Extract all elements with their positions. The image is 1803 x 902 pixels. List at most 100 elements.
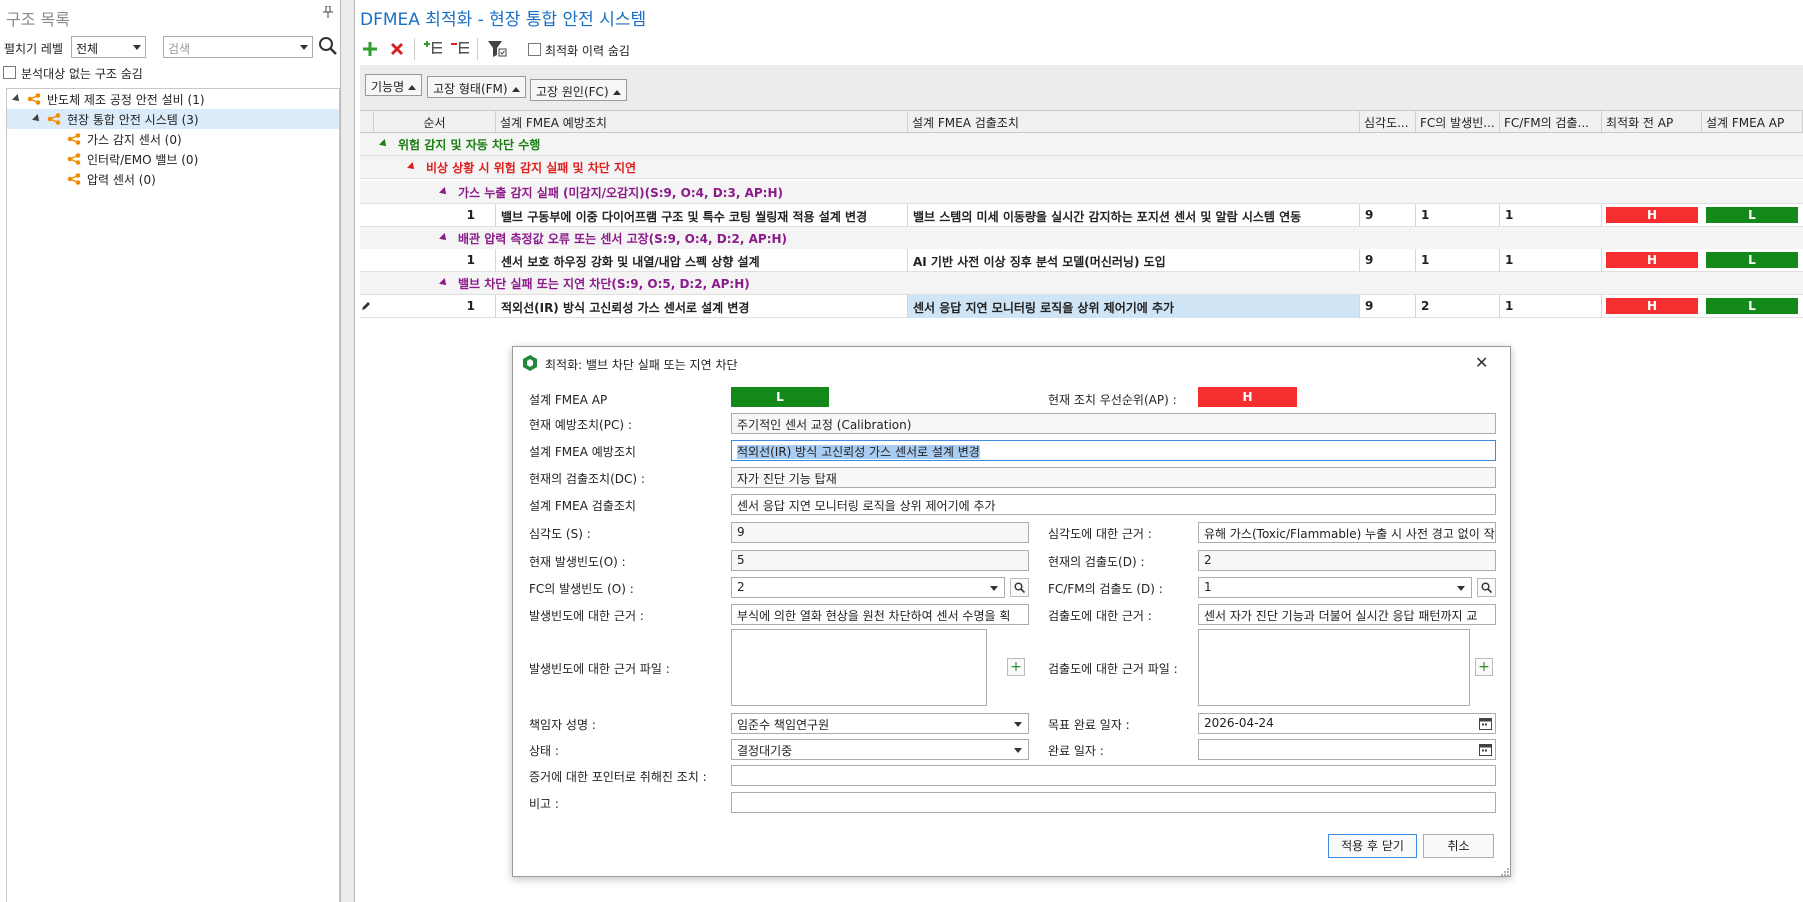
expand-all-icon[interactable] (421, 38, 445, 60)
cell-severity[interactable]: 9 (1360, 248, 1416, 272)
group-row-failure-mode[interactable]: 비상 상황 시 위험 감지 실패 및 차단 지연 (360, 156, 1803, 179)
owner-select[interactable]: 임준수 책임연구원 (731, 713, 1029, 734)
cell-detection-selected[interactable]: 센서 응답 지연 모니터링 로직을 상위 제어기에 추가 (908, 294, 1360, 318)
splitter[interactable] (341, 0, 355, 902)
cell-detection[interactable]: AI 기반 사전 이상 징후 분석 모델(머신러닝) 도입 (908, 248, 1360, 272)
cell-occurrence[interactable]: 1 (1416, 248, 1500, 272)
cell-seq[interactable]: 1 (374, 248, 496, 272)
detection-file-list[interactable] (1198, 629, 1470, 706)
current-detection-field[interactable]: 2 (1198, 550, 1496, 571)
column-header[interactable]: 설계 FMEA 예방조치 (496, 111, 908, 133)
collapse-all-icon[interactable] (448, 38, 472, 60)
cell-detection[interactable]: 밸브 스템의 미세 이동량을 실시간 감지하는 포지션 센서 및 알람 시스템 … (908, 203, 1360, 227)
table-row-active[interactable]: 1 적외선(IR) 방식 고신뢰성 가스 센서로 설계 변경 센서 응답 지연 … (360, 294, 1803, 318)
design-detection-field[interactable]: 센서 응답 지연 모니터링 로직을 상위 제어기에 추가 (731, 494, 1496, 515)
search-icon[interactable] (1477, 578, 1496, 597)
column-header[interactable]: 순서 (374, 111, 496, 133)
group-row-function[interactable]: 위험 감지 및 자동 차단 수행 (360, 133, 1803, 156)
current-dc-field[interactable]: 자가 진단 기능 탑재 (731, 467, 1496, 488)
remarks-field[interactable] (731, 792, 1496, 813)
tree-node-selected[interactable]: 현장 통합 안전 시스템 (3) (7, 109, 339, 129)
cell-detectability[interactable]: 1 (1500, 294, 1602, 318)
resize-grip-icon[interactable] (1500, 866, 1510, 880)
add-file-icon[interactable]: + (1007, 658, 1025, 676)
collapse-arrow-icon[interactable] (407, 162, 417, 172)
collapse-arrow-icon[interactable] (439, 187, 449, 197)
column-header[interactable]: 심각도... (1360, 111, 1416, 133)
pin-icon[interactable] (323, 5, 333, 21)
cell-prevention[interactable]: 센서 보호 하우징 강화 및 내열/내압 스펙 상향 설계 (496, 248, 908, 272)
group-row-cause[interactable]: 배관 압력 측정값 오류 또는 센서 고장(S:9, O:4, D:2, AP:… (360, 227, 1803, 250)
search-icon[interactable] (1010, 578, 1029, 597)
cell-seq[interactable]: 1 (374, 203, 496, 227)
delete-icon[interactable] (385, 38, 409, 60)
apply-close-button[interactable]: 적용 후 닫기 (1328, 834, 1417, 858)
search-input[interactable]: 검색 (163, 36, 313, 58)
expand-arrow-icon[interactable] (12, 94, 22, 104)
expand-level-select[interactable]: 전체 (71, 36, 146, 58)
tree-node[interactable]: 압력 센서 (0) (67, 169, 156, 189)
column-header[interactable]: FC의 발생빈... (1416, 111, 1500, 133)
search-icon[interactable] (318, 36, 338, 59)
target-date-picker[interactable]: 2026-04-24 (1198, 713, 1496, 734)
column-header[interactable]: 최적화 전 AP (1602, 111, 1702, 133)
collapse-arrow-icon[interactable] (379, 139, 389, 149)
fcfm-detection-select[interactable]: 1 (1198, 577, 1472, 598)
tree-node[interactable]: 가스 감지 센서 (0) (67, 129, 182, 149)
cell-severity[interactable]: 9 (1360, 203, 1416, 227)
close-icon[interactable]: ✕ (1475, 353, 1488, 372)
cell-prevention[interactable]: 밸브 구동부에 이중 다이어프램 구조 및 특수 코팅 씰링재 적용 설계 변경 (496, 203, 908, 227)
table-row[interactable]: 1 센서 보호 하우징 강화 및 내열/내압 스펙 상향 설계 AI 기반 사전… (360, 248, 1803, 272)
fcfm-detection-label: FC/FM의 검출도 (D) : (1048, 582, 1163, 596)
tree-node[interactable]: 인터락/EMO 밸브 (0) (67, 149, 198, 169)
collapse-arrow-icon[interactable] (439, 233, 449, 243)
cell-severity[interactable]: 9 (1360, 294, 1416, 318)
severity-basis-field[interactable]: 유해 가스(Toxic/Flammable) 누출 시 사전 경고 없이 작 (1198, 522, 1496, 543)
occurrence-file-list[interactable] (731, 629, 987, 706)
current-pc-field[interactable]: 주기적인 센서 교정 (Calibration) (731, 413, 1496, 434)
collapse-arrow-icon[interactable] (439, 278, 449, 288)
add-file-icon[interactable]: + (1475, 658, 1493, 676)
cell-prevention[interactable]: 적외선(IR) 방식 고신뢰성 가스 센서로 설계 변경 (496, 294, 908, 318)
calendar-icon[interactable] (1479, 743, 1492, 759)
group-row-cause[interactable]: 가스 누출 감지 실패 (미감지/오감지)(S:9, O:4, D:3, AP:… (360, 181, 1803, 204)
page-title: DFMEA 최적화 - 현장 통합 안전 시스템 (360, 10, 647, 30)
severity-label: 심각도 (S) : (529, 527, 591, 541)
detection-basis-field[interactable]: 센서 자가 진단 기능과 더불어 실시간 응답 패턴까지 교 (1198, 604, 1496, 625)
occurrence-basis-field[interactable]: 부식에 의한 열화 현상을 원천 차단하여 센서 수명을 획 (731, 604, 1029, 625)
group-chip-fc[interactable]: 고장 원인(FC) (530, 79, 627, 101)
evidence-field[interactable] (731, 765, 1496, 786)
table-row[interactable]: 1 밸브 구동부에 이중 다이어프램 구조 및 특수 코팅 씰링재 적용 설계 … (360, 203, 1803, 227)
expand-arrow-icon[interactable] (32, 114, 42, 124)
status-select[interactable]: 결정대기중 (731, 739, 1029, 760)
group-chip-function[interactable]: 기능명 (365, 74, 423, 96)
cell-occurrence[interactable]: 2 (1416, 294, 1500, 318)
column-header[interactable]: FC/FM의 검출... (1500, 111, 1602, 133)
fc-occurrence-select[interactable]: 2 (731, 577, 1005, 598)
detection-file-label: 검출도에 대한 근거 파일 : (1048, 662, 1178, 676)
cell-occurrence[interactable]: 1 (1416, 203, 1500, 227)
group-row-cause[interactable]: 밸브 차단 실패 또는 지연 차단(S:9, O:5, D:2, AP:H) (360, 272, 1803, 295)
group-chip-fm[interactable]: 고장 형태(FM) (427, 76, 526, 98)
ap-before-badge: H (1606, 207, 1698, 223)
design-prevention-field[interactable]: 적외선(IR) 방식 고신뢰성 가스 센서로 설계 변경 (731, 440, 1496, 461)
column-header[interactable]: 설계 FMEA 검출조치 (908, 111, 1360, 133)
status-label: 상태 : (529, 744, 559, 758)
add-icon[interactable] (358, 38, 382, 60)
cell-seq[interactable]: 1 (374, 294, 496, 318)
filter-icon[interactable] (485, 38, 509, 60)
tree-node[interactable]: 반도체 제조 공정 안전 설비 (1) (12, 89, 205, 109)
severity-field[interactable]: 9 (731, 522, 1029, 543)
group-panel: 기능명 고장 형태(FM) 고장 원인(FC) (360, 65, 1803, 111)
group-row-label: 가스 누출 감지 실패 (미감지/오감지)(S:9, O:4, D:3, AP:… (458, 185, 783, 200)
cell-detectability[interactable]: 1 (1500, 203, 1602, 227)
cell-detectability[interactable]: 1 (1500, 248, 1602, 272)
occurrence-basis-label: 발생빈도에 대한 근거 : (529, 609, 644, 623)
calendar-icon[interactable] (1479, 717, 1492, 733)
column-header[interactable]: 설계 FMEA AP (1702, 111, 1803, 133)
current-occurrence-field[interactable]: 5 (731, 550, 1029, 571)
completion-date-picker[interactable] (1198, 739, 1496, 760)
hide-unanalyzed-checkbox[interactable] (3, 66, 16, 79)
hide-history-checkbox[interactable] (528, 43, 541, 56)
cancel-button[interactable]: 취소 (1423, 834, 1494, 858)
